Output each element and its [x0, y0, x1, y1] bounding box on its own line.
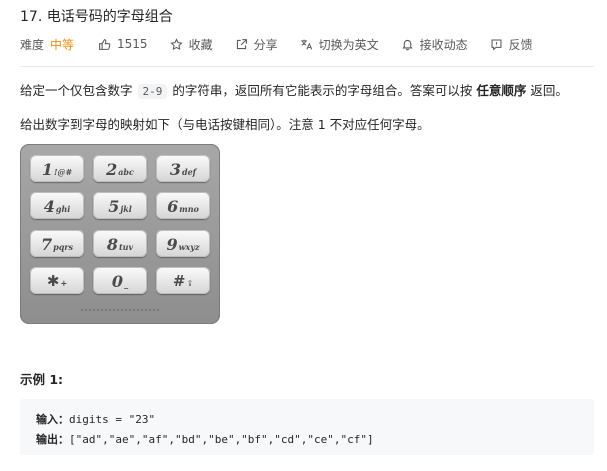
keypad-key-digit: 7 — [40, 235, 53, 254]
problem-meta-bar: 难度 中等 1515 收藏 分享 切换为英文 接收动态 反馈 — [20, 34, 555, 54]
thumbs-up-icon — [99, 38, 111, 50]
phone-keypad-image: 1 !@# 2 abc 3 def 4 ghi 5 jkl 6 mno 7 pqrs 8 tuv 9 wxyz ✱ +… — [20, 144, 220, 324]
header-divider — [20, 66, 594, 67]
keypad-key: 6 mno — [156, 192, 210, 219]
feedback-icon — [491, 39, 502, 51]
keypad-key-letters: jkl — [120, 204, 132, 214]
translate-icon — [300, 39, 312, 50]
keypad-key-digit: 2 — [106, 160, 118, 179]
keypad-key-letters: def — [182, 167, 197, 177]
keypad-key: 0 _ — [93, 267, 147, 294]
example-input-label: 输入： — [36, 413, 69, 426]
keypad-key-letters: _ — [124, 279, 129, 289]
subscribe-button[interactable]: 接收动态 — [401, 36, 468, 53]
example-input-value: digits = "23" — [69, 413, 156, 426]
difficulty-value: 中等 — [50, 37, 75, 52]
share-icon — [236, 38, 247, 49]
translate-label: 切换为英文 — [318, 37, 379, 52]
keypad-key: 8 tuv — [93, 230, 147, 257]
keypad-key: 3 def — [156, 155, 210, 182]
example-title: 示例 1: — [20, 372, 64, 387]
keypad-key-letters: abc — [118, 167, 134, 177]
keypad-key: 1 !@# — [30, 155, 84, 182]
example-input-line: 输入：digits = "23" — [36, 411, 155, 427]
bell-icon — [401, 39, 413, 50]
keypad-key-letters: pqrs — [53, 242, 74, 252]
keypad-key-letters: ⇪ — [186, 278, 194, 288]
keypad-key-digit: 0 — [111, 272, 124, 291]
favorite-button[interactable]: 收藏 — [169, 36, 213, 53]
keypad-key: 2 abc — [93, 155, 147, 182]
example-output-label: 输出： — [36, 433, 69, 446]
feedback-button[interactable]: 反馈 — [490, 36, 533, 53]
desc-text-3: 返回。 — [530, 83, 568, 98]
example-code-block: 输入：digits = "23" 输出：["ad","ae","af","bd"… — [20, 399, 594, 455]
like-button[interactable]: 1515 — [98, 37, 148, 51]
desc-bold-text: 任意顺序 — [476, 83, 527, 98]
desc-text-2: 的字符串，返回所有它能表示的字母组合。答案可以按 — [172, 83, 473, 98]
keypad-key-digit: 9 — [166, 235, 178, 254]
problem-title: 17. 电话号码的字母组合 — [20, 9, 173, 25]
keypad-key-letters: tuv — [118, 242, 134, 252]
keypad-key-digit: 1 — [41, 160, 53, 179]
like-count: 1515 — [117, 37, 148, 51]
keypad-key: 5 jkl — [93, 192, 147, 219]
description-line-1: 给定一个仅包含数字 2-9 的字符串，返回所有它能表示的字母组合。答案可以按 任意顺… — [20, 80, 568, 99]
keypad-key: 9 wxyz — [156, 230, 210, 257]
keypad-key: # ⇪ — [156, 267, 210, 294]
keypad-key: 4 ghi — [30, 192, 84, 219]
keypad-key-letters: + — [60, 278, 68, 288]
example-output-value: ["ad","ae","af","bd","be","bf","cd","ce"… — [69, 433, 374, 446]
keypad-key-letters: !@# — [53, 167, 73, 177]
desc-inline-code: 2-9 — [137, 84, 168, 99]
keypad-key-letters: ghi — [55, 204, 71, 214]
difficulty-label: 难度 — [20, 37, 45, 52]
keypad-key-digit: 6 — [167, 197, 179, 216]
share-label: 分享 — [253, 37, 278, 52]
problem-page: 17. 电话号码的字母组合 难度 中等 1515 收藏 分享 切换为英文 接收动… — [0, 0, 607, 471]
difficulty: 难度 中等 — [20, 36, 74, 53]
star-icon — [169, 37, 183, 50]
keypad-key-digit: 4 — [43, 197, 55, 216]
keypad-key-digit: 8 — [106, 235, 118, 254]
keypad-key: ✱ + — [30, 267, 84, 294]
feedback-label: 反馈 — [508, 37, 533, 52]
keypad-key-digit: 3 — [169, 160, 181, 179]
keypad-key-digit: 5 — [108, 197, 120, 216]
keypad-key-digit: # — [172, 272, 186, 290]
favorite-label: 收藏 — [188, 37, 213, 52]
example-output-line: 输出：["ad","ae","af","bd","be","bf","cd","… — [36, 431, 374, 447]
keypad-key-letters: wxyz — [178, 242, 200, 252]
share-button[interactable]: 分享 — [235, 36, 278, 53]
subscribe-label: 接收动态 — [419, 37, 468, 52]
description-line-2: 给出数字到字母的映射如下（与电话按键相同）。注意 1 不对应任何字母。 — [20, 117, 430, 132]
keypad-key-digit: ✱ — [46, 272, 60, 290]
translate-button[interactable]: 切换为英文 — [300, 36, 379, 53]
keypad-speaker-grille — [80, 308, 160, 312]
desc-text-1: 给定一个仅包含数字 — [20, 83, 133, 98]
keypad-key: 7 pqrs — [30, 230, 84, 257]
keypad-key-letters: mno — [179, 204, 199, 214]
